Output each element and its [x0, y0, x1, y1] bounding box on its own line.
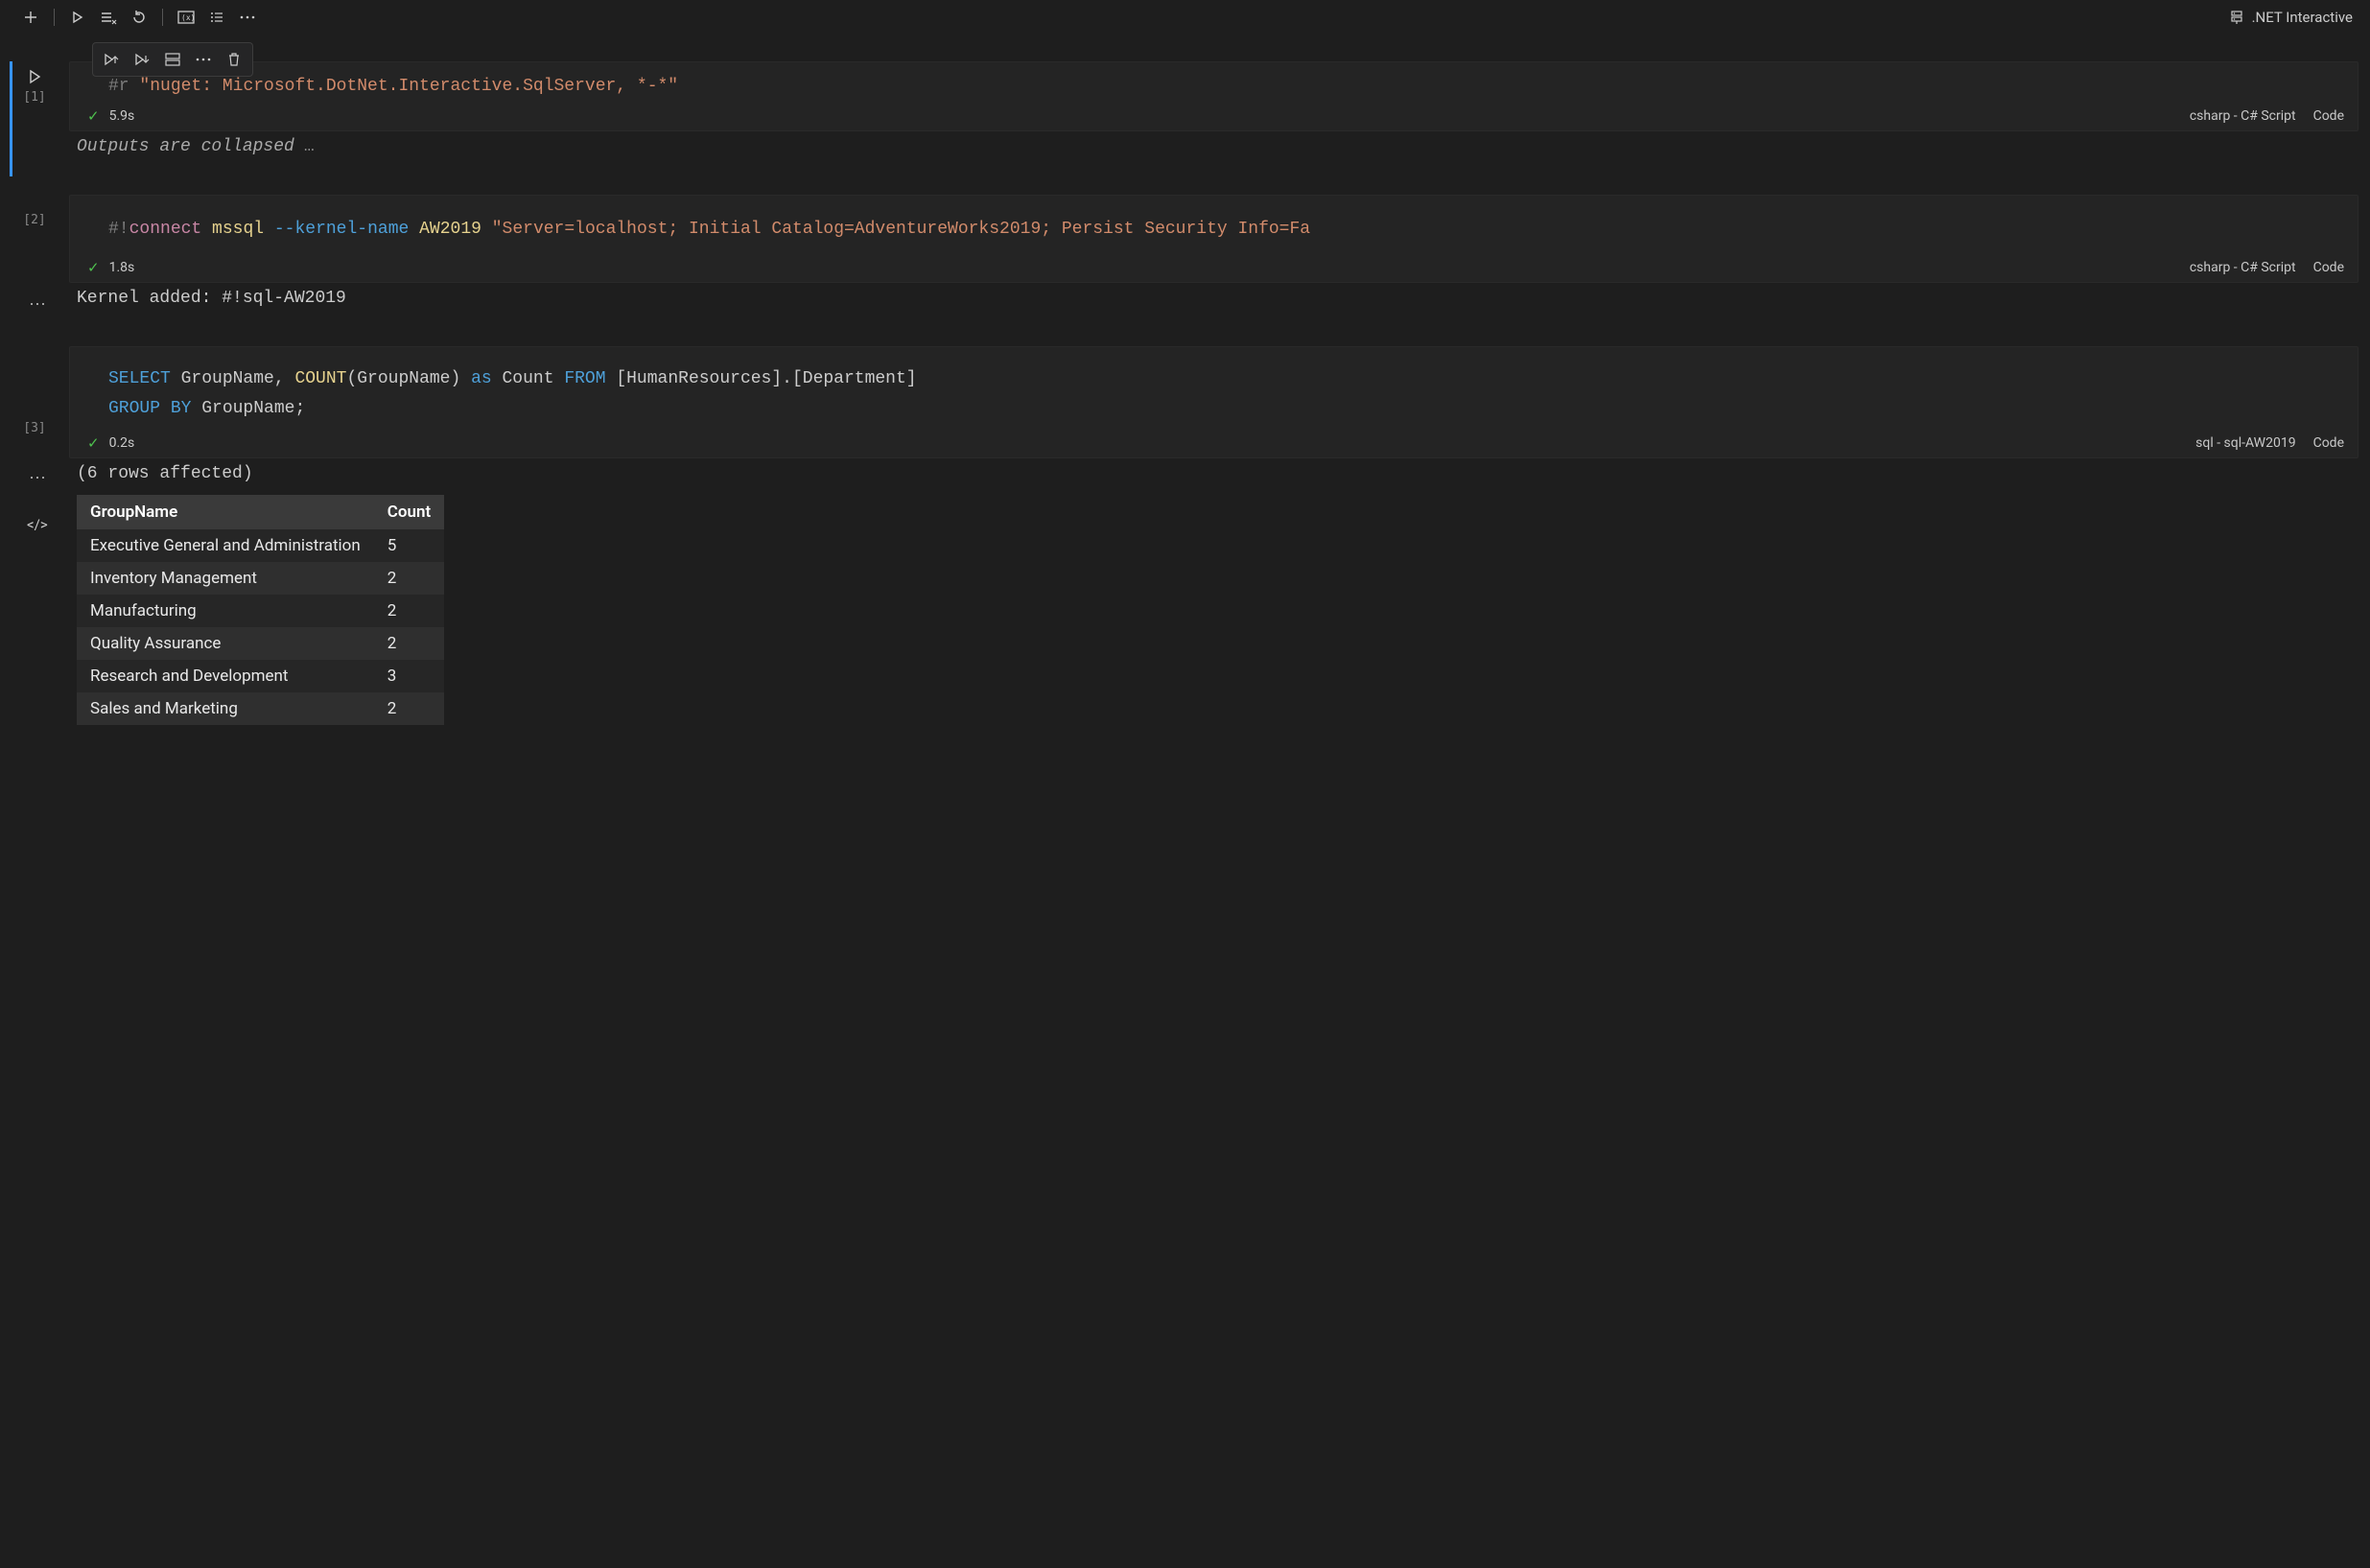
table-row: Inventory Management2: [77, 562, 444, 595]
table-header: Count: [374, 495, 444, 529]
cell-output: (6 rows affected): [77, 464, 2370, 483]
notebook-toolbar: (x) .NET Interactive: [0, 0, 2370, 35]
check-icon: ✓: [87, 434, 100, 452]
table-row: Manufacturing2: [77, 595, 444, 627]
table-row: Sales and Marketing2: [77, 692, 444, 725]
variables-button[interactable]: (x): [173, 4, 199, 31]
language-picker[interactable]: sql - sql-AW2019: [2195, 435, 2295, 451]
server-icon: [2229, 10, 2244, 25]
kernel-label: .NET Interactive: [2252, 9, 2353, 26]
result-table: GroupName Count Executive General and Ad…: [77, 495, 444, 725]
clear-outputs-button[interactable]: [95, 4, 122, 31]
run-all-button[interactable]: [64, 4, 91, 31]
run-below-button[interactable]: [128, 45, 156, 74]
run-cell-button[interactable]: [27, 61, 42, 84]
more-actions-button[interactable]: [234, 4, 261, 31]
cell-toolbar: [92, 42, 253, 77]
check-icon: ✓: [87, 107, 100, 125]
svg-text:(x): (x): [181, 13, 195, 22]
cell-type-picker[interactable]: Code: [2313, 435, 2344, 451]
add-cell-button[interactable]: [17, 4, 44, 31]
output-actions-button[interactable]: ⋯: [29, 468, 46, 488]
cell-index: [2]: [23, 213, 45, 227]
table-row: Research and Development3: [77, 660, 444, 692]
cell-more-button[interactable]: [189, 45, 218, 74]
language-picker[interactable]: csharp - C# Script: [2190, 260, 2296, 275]
delete-cell-button[interactable]: [220, 45, 248, 74]
run-above-button[interactable]: [97, 45, 126, 74]
language-picker[interactable]: csharp - C# Script: [2190, 108, 2296, 124]
cell-type-picker[interactable]: Code: [2313, 108, 2344, 124]
output-collapsed[interactable]: Outputs are collapsed…: [77, 137, 2370, 156]
outline-button[interactable]: [203, 4, 230, 31]
table-header: GroupName: [77, 495, 374, 529]
cell-3: [3] SELECT GroupName, COUNT(GroupName) a…: [8, 346, 2370, 725]
table-row: Quality Assurance2: [77, 627, 444, 660]
cell-2: [2] #!connect mssql --kernel-name AW2019…: [8, 195, 2370, 309]
output-actions-button[interactable]: ⋯: [29, 294, 46, 315]
split-cell-button[interactable]: [158, 45, 187, 74]
code-editor[interactable]: SELECT GroupName, COUNT(GroupName) as Co…: [69, 346, 2358, 458]
cell-1: [1] #r "nuget: Microsoft.DotNet.Interact…: [8, 61, 2370, 156]
table-row: Executive General and Administration5: [77, 529, 444, 562]
table-header-row: GroupName Count: [77, 495, 444, 529]
cell-output: Kernel added: #!sql-AW2019: [77, 289, 2370, 308]
duration: 0.2s: [109, 435, 135, 451]
check-icon: ✓: [87, 259, 100, 276]
cell-index: [1]: [23, 90, 45, 105]
cell-type-picker[interactable]: Code: [2313, 260, 2344, 275]
code-editor[interactable]: #r "nuget: Microsoft.DotNet.Interactive.…: [69, 61, 2358, 131]
kernel-picker[interactable]: .NET Interactive: [2229, 9, 2353, 26]
restart-button[interactable]: [126, 4, 153, 31]
code-icon[interactable]: </>: [27, 516, 48, 533]
duration: 5.9s: [109, 108, 135, 124]
duration: 1.8s: [109, 260, 135, 275]
cell-index: [3]: [23, 421, 45, 435]
code-editor[interactable]: #!connect mssql --kernel-name AW2019 "Se…: [69, 195, 2358, 284]
